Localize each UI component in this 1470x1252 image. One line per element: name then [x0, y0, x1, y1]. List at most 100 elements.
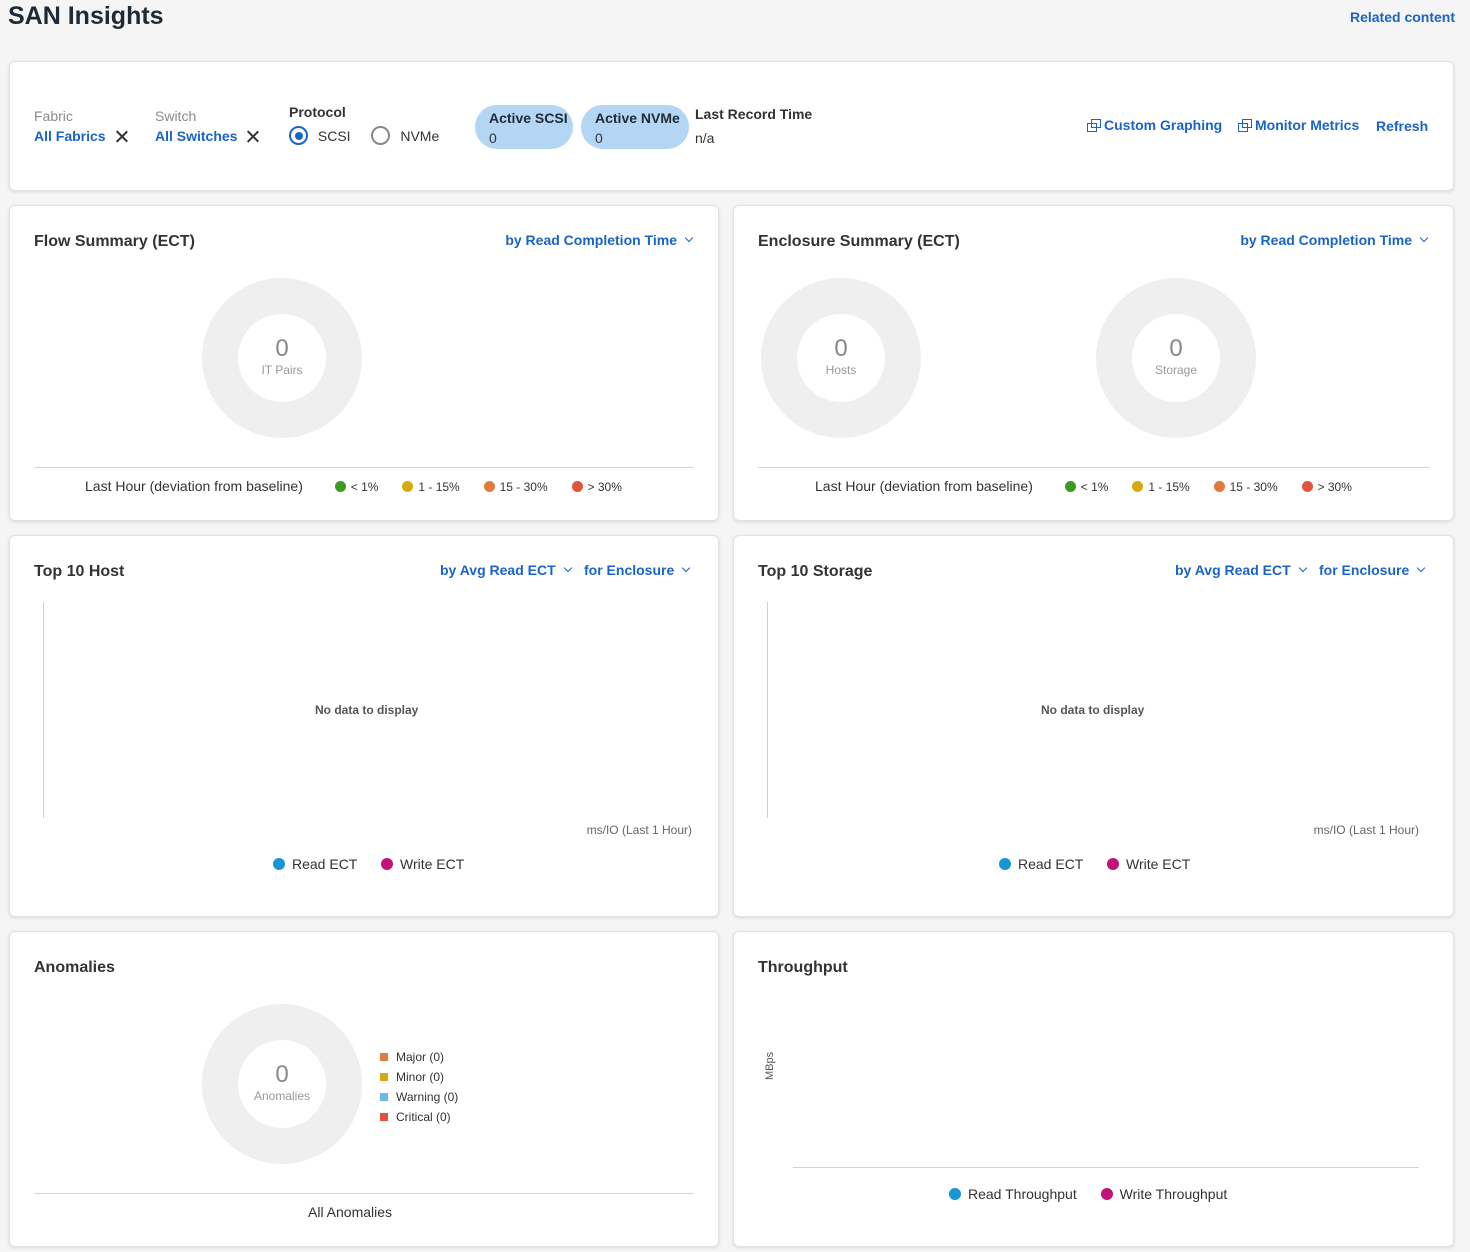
orange-dot-icon: [1213, 480, 1225, 492]
it-pairs-label: IT Pairs: [261, 363, 303, 377]
x-axis: [793, 1167, 1419, 1168]
legend-label: 1 - 15%: [418, 480, 460, 494]
chevron-down-icon: [684, 233, 694, 243]
protocol-label: Protocol: [289, 104, 346, 120]
custom-graphing-label: Custom Graphing: [1104, 117, 1223, 133]
active-scsi-value: 0: [489, 130, 497, 146]
anomalies-count: 0: [275, 1061, 289, 1088]
switch-value[interactable]: All Switches: [155, 128, 237, 144]
enclosure-summary-sort-dropdown[interactable]: by Read Completion Time: [1240, 232, 1429, 248]
legend-label: 15 - 30%: [499, 480, 548, 494]
legend-item[interactable]: Read Throughput: [949, 1186, 1077, 1202]
anomalies-title: Anomalies: [34, 959, 115, 976]
custom-graphing-link[interactable]: Custom Graphing: [1087, 117, 1222, 133]
legend-label: Write Throughput: [1119, 1186, 1228, 1202]
legend-label: Read Throughput: [968, 1186, 1077, 1202]
top-host-scope-label: for Enclosure: [584, 562, 675, 578]
orange-dot-icon: [483, 480, 495, 492]
write-dot-icon: [381, 858, 393, 871]
legend-item-critical[interactable]: Critical (0): [380, 1107, 458, 1127]
legend-item-minor[interactable]: Minor (0): [380, 1067, 458, 1087]
legend-item[interactable]: Write ECT: [1107, 856, 1190, 872]
flow-summary-legend: Last Hour (deviation from baseline) < 1%…: [85, 478, 622, 494]
top-host-card: Top 10 Host by Avg Read ECT for Enclosur…: [9, 535, 719, 917]
refresh-button[interactable]: Refresh: [1376, 118, 1428, 134]
green-dot-icon: [334, 480, 346, 492]
top-host-scope-dropdown[interactable]: for Enclosure: [584, 562, 691, 578]
legend-label: > 30%: [587, 480, 622, 494]
enclosure-summary-title: Enclosure Summary (ECT): [758, 233, 960, 250]
clear-fabric-icon[interactable]: [115, 130, 128, 143]
top-storage-title: Top 10 Storage: [758, 563, 873, 580]
top-storage-card: Top 10 Storage by Avg Read ECT for Enclo…: [733, 535, 1454, 917]
last-record-label: Last Record Time: [695, 106, 813, 122]
units-label: ms/IO (Last 1 Hour): [586, 823, 692, 837]
write-dot-icon: [1100, 1188, 1113, 1201]
protocol-radio-group: SCSI NVMe: [289, 126, 439, 145]
donut-center: 0 Hosts: [797, 314, 885, 402]
divider: [758, 467, 1430, 468]
it-pairs-donut[interactable]: 0 IT Pairs: [202, 278, 362, 438]
yellow-dot-icon: [1132, 480, 1144, 492]
top-host-sort-dropdown[interactable]: by Avg Read ECT: [440, 562, 572, 578]
scsi-radio[interactable]: [289, 126, 308, 145]
legend-item[interactable]: Read ECT: [999, 856, 1083, 872]
clear-switch-icon[interactable]: [246, 130, 259, 143]
legend-label: 15 - 30%: [1229, 480, 1278, 494]
flow-summary-sort-dropdown[interactable]: by Read Completion Time: [505, 232, 694, 248]
anomalies-legend: Major (0) Minor (0) Warning (0) Critical…: [380, 1047, 458, 1127]
y-axis-label: MBps: [764, 1051, 776, 1080]
active-nvme-value: 0: [595, 130, 603, 146]
flow-summary-card: Flow Summary (ECT) by Read Completion Ti…: [9, 205, 719, 521]
top-storage-sort-dropdown[interactable]: by Avg Read ECT: [1175, 562, 1307, 578]
top-host-sort-label: by Avg Read ECT: [440, 562, 556, 578]
top-storage-sort-label: by Avg Read ECT: [1175, 562, 1291, 578]
donut-center: 0 Anomalies: [238, 1040, 326, 1128]
throughput-title: Throughput: [758, 959, 848, 976]
enclosure-summary-sort-label: by Read Completion Time: [1240, 232, 1412, 248]
scsi-radio-label: SCSI: [317, 127, 351, 144]
switch-filter[interactable]: All Switches: [155, 128, 259, 146]
chevron-down-icon: [682, 563, 691, 573]
fabric-filter[interactable]: All Fabrics: [34, 128, 128, 146]
top-storage-scope-label: for Enclosure: [1319, 562, 1410, 578]
legend-caption: Last Hour (deviation from baseline): [815, 478, 1033, 494]
legend-item-major[interactable]: Major (0): [380, 1047, 458, 1067]
active-scsi-badge: Active SCSI 0: [475, 105, 573, 149]
legend-label: < 1%: [350, 480, 379, 494]
legend-item: 15 - 30%: [483, 478, 548, 494]
fabric-value[interactable]: All Fabrics: [34, 128, 106, 144]
top-host-title: Top 10 Host: [34, 563, 125, 580]
red-dot-icon: [1301, 480, 1313, 492]
all-anomalies-caption: All Anomalies: [308, 1204, 393, 1220]
read-dot-icon: [273, 858, 285, 871]
chevron-down-icon: [1298, 563, 1307, 573]
popout-icon: [1087, 119, 1101, 132]
legend-item[interactable]: Read ECT: [273, 856, 357, 872]
storage-label: Storage: [1154, 363, 1198, 377]
storage-donut[interactable]: 0 Storage: [1096, 278, 1256, 438]
flow-summary-title: Flow Summary (ECT): [34, 233, 195, 250]
switch-label: Switch: [155, 108, 197, 124]
related-content-link[interactable]: Related content: [1350, 9, 1455, 25]
legend-item: < 1%: [1064, 478, 1109, 494]
anomalies-card: Anomalies 0 Anomalies Major (0) Minor (0…: [9, 931, 719, 1247]
hosts-donut[interactable]: 0 Hosts: [761, 278, 921, 438]
legend-label: Read ECT: [1018, 856, 1084, 872]
green-dot-icon: [1064, 480, 1076, 492]
legend-item[interactable]: Write Throughput: [1100, 1186, 1228, 1202]
monitor-metrics-link[interactable]: Monitor Metrics: [1238, 117, 1359, 133]
legend-label: Major (0): [396, 1050, 445, 1064]
filter-bar: Fabric All Fabrics Switch All Switches P…: [9, 61, 1454, 191]
storage-count: 0: [1169, 335, 1183, 362]
nvme-radio[interactable]: [371, 126, 391, 145]
anomalies-donut[interactable]: 0 Anomalies: [202, 1004, 362, 1164]
legend-item-warning[interactable]: Warning (0): [380, 1087, 458, 1107]
page-title: SAN Insights: [8, 2, 164, 30]
legend-label: < 1%: [1080, 480, 1109, 494]
top-storage-scope-dropdown[interactable]: for Enclosure: [1319, 562, 1426, 578]
legend-item[interactable]: Write ECT: [381, 856, 464, 872]
donut-center: 0 Storage: [1132, 314, 1220, 402]
throughput-legend: Read Throughput Write Throughput: [949, 1186, 1227, 1202]
legend-label: Write ECT: [1126, 856, 1191, 872]
